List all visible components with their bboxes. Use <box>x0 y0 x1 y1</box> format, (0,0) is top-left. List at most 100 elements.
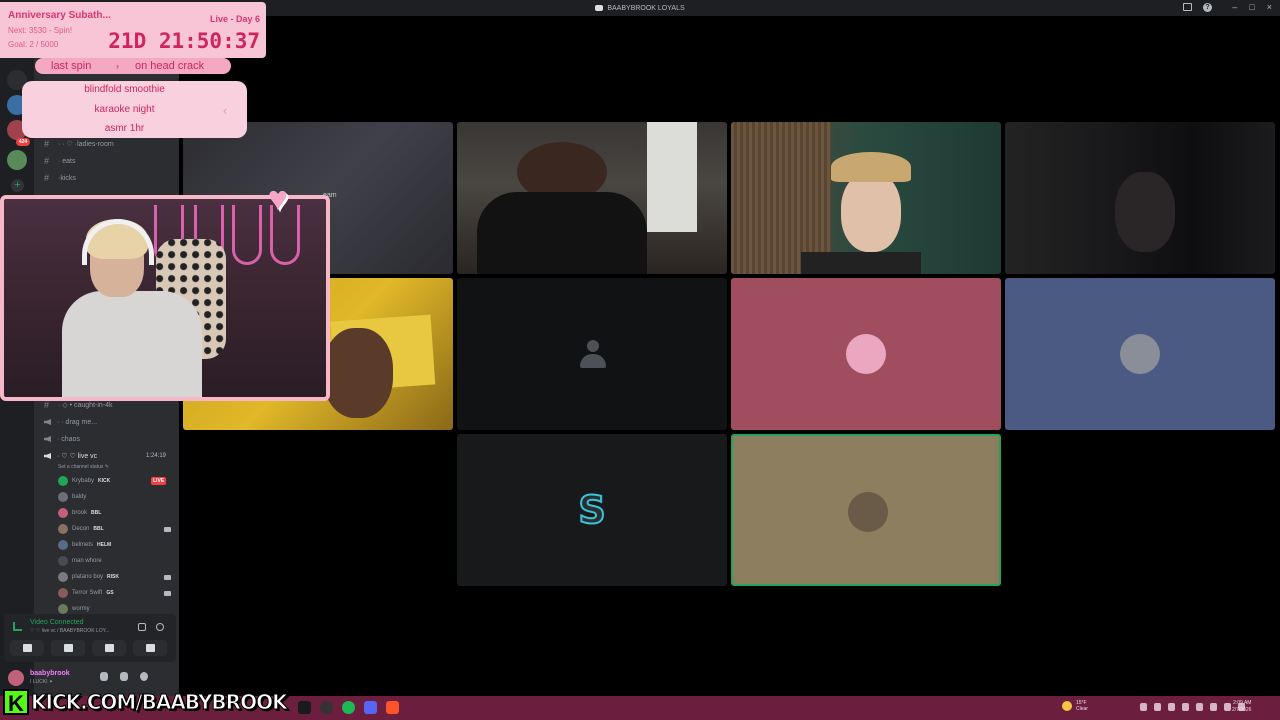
kick-logo: K <box>3 689 29 716</box>
voice-user-name: brook <box>72 510 88 516</box>
spotify-icon[interactable] <box>342 701 355 714</box>
microphone-icon[interactable] <box>100 672 108 681</box>
camera-icon <box>164 591 171 596</box>
voice-user[interactable]: man whore <box>58 554 102 568</box>
voice-user[interactable]: Decon BBL <box>58 522 171 536</box>
obs-icon[interactable] <box>320 701 333 714</box>
weather-condition: Clear <box>1076 706 1088 712</box>
live-badge: LIVE <box>151 477 167 485</box>
help-icon[interactable]: ? <box>1203 3 1212 12</box>
subathon-next: Next: 3530 - Spin! <box>8 26 73 35</box>
channel-eats[interactable]: # · eats <box>44 154 76 168</box>
video-tile[interactable]: S <box>457 434 727 586</box>
last-spin-value: on head crack <box>135 60 205 72</box>
voice-channel-icon <box>44 453 51 459</box>
avatar-body <box>580 354 606 368</box>
system-clock[interactable]: 2:09 AM 2/7/2026 <box>1232 700 1251 714</box>
text-channel-icon: # <box>44 400 50 410</box>
status-hint-text: Set a channel status ✎ <box>58 464 109 470</box>
participant-body <box>801 252 921 274</box>
voice-user[interactable]: baldy <box>58 490 86 504</box>
screen-share-button[interactable] <box>51 640 85 656</box>
screen: BAABYBROOK LOYALS ? – □ × 424 + # · · ♡ … <box>0 0 1280 720</box>
weather-widget[interactable]: 15°F Clear <box>1062 700 1088 712</box>
bluetooth-icon[interactable] <box>1154 703 1161 711</box>
pixel-heart-icon: ♥ <box>267 180 289 218</box>
signal-icon <box>13 622 22 631</box>
tiktok-icon[interactable] <box>298 701 311 714</box>
channel-status-hint[interactable]: Set a channel status ✎ <box>58 460 109 474</box>
subathon-day: Live - Day 6 <box>209 14 260 24</box>
channel-kicks[interactable]: # ·kicks <box>44 171 76 185</box>
spin-wheel-list: blindfold smoothie karaoke night asmr 1h… <box>22 81 247 138</box>
participant-avatar <box>1120 334 1160 374</box>
window-title-text: BAABYBROOK LOYALS <box>607 4 685 12</box>
participant-body <box>477 192 647 274</box>
avatar <box>58 604 68 614</box>
window-title: BAABYBROOK LOYALS <box>595 4 685 12</box>
video-tile[interactable] <box>731 278 1001 430</box>
battery-icon[interactable] <box>1224 703 1231 711</box>
video-tile[interactable] <box>1005 122 1275 274</box>
server-icon[interactable] <box>7 150 27 170</box>
volume-icon[interactable] <box>1196 703 1203 711</box>
subathon-widget: Anniversary Subath... Next: 3530 - Spin!… <box>0 2 266 58</box>
video-tile-speaking[interactable] <box>731 434 1001 586</box>
voice-user[interactable]: belmets HELM <box>58 538 111 552</box>
subathon-timer: 21D 21:50:37 <box>108 29 260 53</box>
headphones-icon[interactable] <box>120 672 128 681</box>
microphone-icon[interactable] <box>1182 703 1189 711</box>
weather-text: 15°F Clear <box>1076 700 1088 712</box>
camera-icon <box>164 575 171 580</box>
participant-avatar <box>846 334 886 374</box>
channel-label: ·kicks <box>58 174 76 182</box>
disconnect-icon[interactable] <box>156 623 164 631</box>
subathon-goal: Goal: 2 / 5000 <box>8 40 59 49</box>
voice-user-name: Decon <box>72 526 90 532</box>
voice-user[interactable]: Terror Swift GS <box>58 586 171 600</box>
video-tile[interactable] <box>731 122 1001 274</box>
user-avatar[interactable] <box>8 670 24 686</box>
camera-button[interactable] <box>10 640 44 656</box>
voice-channel-path[interactable]: ♡ ♡ live vc / BAABYBROOK LOY... <box>30 628 109 634</box>
user-tag: KICK <box>98 478 111 484</box>
voice-user[interactable]: brook BBL <box>58 506 101 520</box>
noise-suppression-icon[interactable] <box>138 623 146 631</box>
channel-ladies-room[interactable]: # · · ♡ ·ladies-room <box>44 137 114 151</box>
maximize-button[interactable]: □ <box>1249 2 1254 12</box>
brave-icon[interactable] <box>386 701 399 714</box>
wheel-item: karaoke night <box>94 104 155 115</box>
settings-gear-icon[interactable] <box>140 672 148 681</box>
wheel-item: blindfold smoothie <box>84 84 165 95</box>
activities-button[interactable] <box>92 640 126 656</box>
voice-status: Video Connected <box>30 619 84 626</box>
user-tag: HELM <box>97 542 112 548</box>
channel-drag-me[interactable]: · · drag me... <box>44 415 97 429</box>
chevron-right-icon: › <box>116 61 119 71</box>
inbox-icon[interactable] <box>1183 3 1192 11</box>
channel-label: · · drag me... <box>57 418 98 426</box>
discord-icon[interactable] <box>364 701 377 714</box>
channel-chaos[interactable]: · chaos <box>44 432 80 446</box>
chevron-up-icon[interactable] <box>1140 703 1147 711</box>
video-tile[interactable] <box>457 122 727 274</box>
participant-video <box>323 328 393 418</box>
close-button[interactable]: × <box>1267 2 1272 12</box>
avatar <box>58 524 68 534</box>
soundboard-button[interactable] <box>133 640 167 656</box>
server-icon <box>595 5 604 11</box>
text-channel-icon: # <box>44 139 50 149</box>
video-tile[interactable] <box>1005 278 1275 430</box>
user-tag: GS <box>106 590 114 596</box>
minimize-button[interactable]: – <box>1232 2 1237 12</box>
user-name: baabybrook <box>30 670 70 677</box>
voice-user[interactable]: Krybaby KICK LIVE <box>58 474 167 488</box>
network-icon[interactable] <box>1210 703 1217 711</box>
shield-icon[interactable] <box>1168 703 1175 711</box>
voice-user[interactable]: platano boy RISK <box>58 570 171 584</box>
kick-url: KICK.COM/BAABYBROOK <box>31 690 289 715</box>
add-server-icon[interactable]: + <box>11 179 24 192</box>
video-tile[interactable] <box>457 278 727 430</box>
streamer-webcam <box>0 195 330 401</box>
camera-off-icon <box>22 644 32 652</box>
